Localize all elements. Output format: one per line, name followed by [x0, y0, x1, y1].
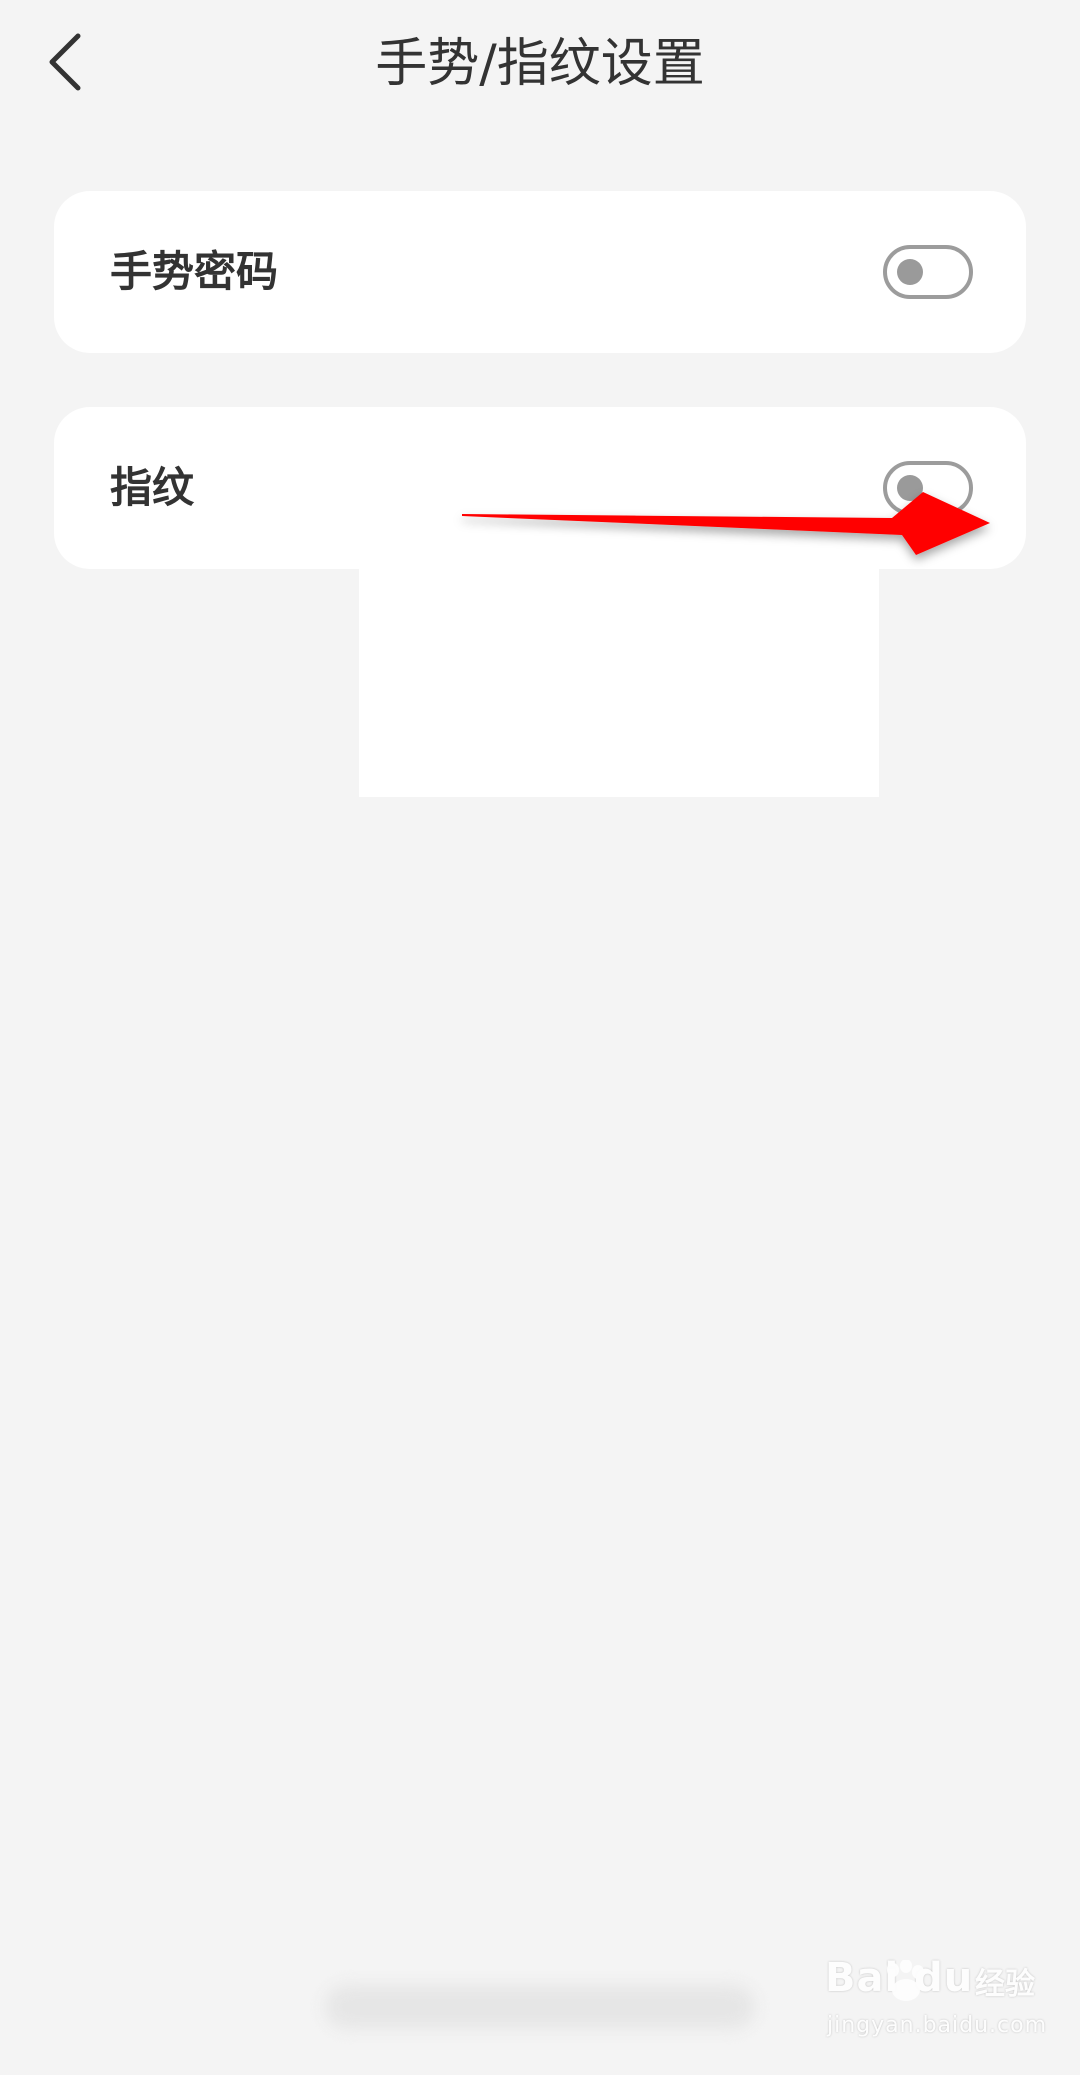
- fingerprint-label: 指纹: [110, 463, 195, 512]
- page-title: 手势/指纹设置: [375, 34, 705, 94]
- toggle-knob: [897, 259, 923, 285]
- top-bar: 手势/指纹设置: [0, 0, 1080, 128]
- gesture-password-toggle[interactable]: [883, 245, 973, 299]
- watermark-brand: 经验: [975, 1967, 1035, 2002]
- gesture-password-row: 手势密码: [54, 191, 1026, 353]
- fingerprint-toggle[interactable]: [883, 461, 973, 515]
- watermark-site: jingyan.baidu.com: [827, 2013, 1048, 2038]
- overlay-patch: [359, 560, 879, 797]
- toggle-knob: [897, 475, 923, 501]
- paw-icon: [887, 1960, 924, 2001]
- gesture-password-label: 手势密码: [110, 247, 279, 296]
- watermark: Bai du 经验 jingyan.baidu.com: [825, 1955, 1046, 2060]
- fingerprint-row: 指纹: [54, 407, 1026, 569]
- blurred-bottom-area: [325, 1985, 755, 2029]
